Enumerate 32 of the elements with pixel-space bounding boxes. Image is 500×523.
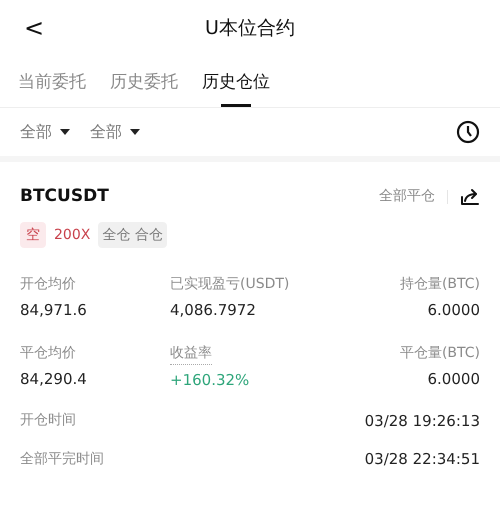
page-title: U本位合约 <box>205 16 295 41</box>
stat-value: 84,971.6 <box>20 300 87 320</box>
share-icon[interactable] <box>460 188 480 206</box>
stat-value: +160.32% <box>170 370 250 391</box>
time-label: 开仓时间 <box>20 411 76 430</box>
stat-label: 平仓量(BTC) <box>400 344 480 363</box>
stat-value: 4,086.7972 <box>170 300 256 320</box>
caret-icon <box>60 129 70 135</box>
tab[interactable]: 历史委托 <box>110 70 178 107</box>
tab[interactable]: 历史仓位 <box>202 70 270 107</box>
stat-value: 84,290.4 <box>20 369 87 390</box>
position-tag: 空 <box>20 222 46 248</box>
back-button[interactable]: < <box>24 10 44 46</box>
leverage-label: 200X <box>53 226 92 244</box>
stat-value: 6.0000 <box>428 300 480 320</box>
stat-label: 持仓量(BTC) <box>400 274 480 294</box>
symbol-name: BTCUSDT <box>20 185 109 208</box>
filter-dropdown[interactable]: 全部 <box>90 120 140 144</box>
time-label: 全部平完时间 <box>20 450 104 469</box>
time-value: 03/28 19:26:13 <box>364 410 480 432</box>
tab[interactable]: 当前委托 <box>18 70 86 107</box>
caret-icon <box>130 129 140 135</box>
stat-label: 平仓均价 <box>20 344 76 363</box>
stat-value: 6.0000 <box>428 369 480 390</box>
position-tag: 全仓 合仓 <box>98 222 167 248</box>
time-value: 03/28 22:34:51 <box>364 449 480 470</box>
filter-dropdown[interactable]: 全部 <box>20 120 70 144</box>
stat-label: 收益率 <box>170 343 212 365</box>
stat-label: 开仓均价 <box>20 274 76 294</box>
stat-label: 已实现盈亏(USDT) <box>170 274 290 294</box>
close-all-button[interactable]: 全部平仓 <box>379 186 435 208</box>
clock-icon[interactable] <box>456 120 480 144</box>
